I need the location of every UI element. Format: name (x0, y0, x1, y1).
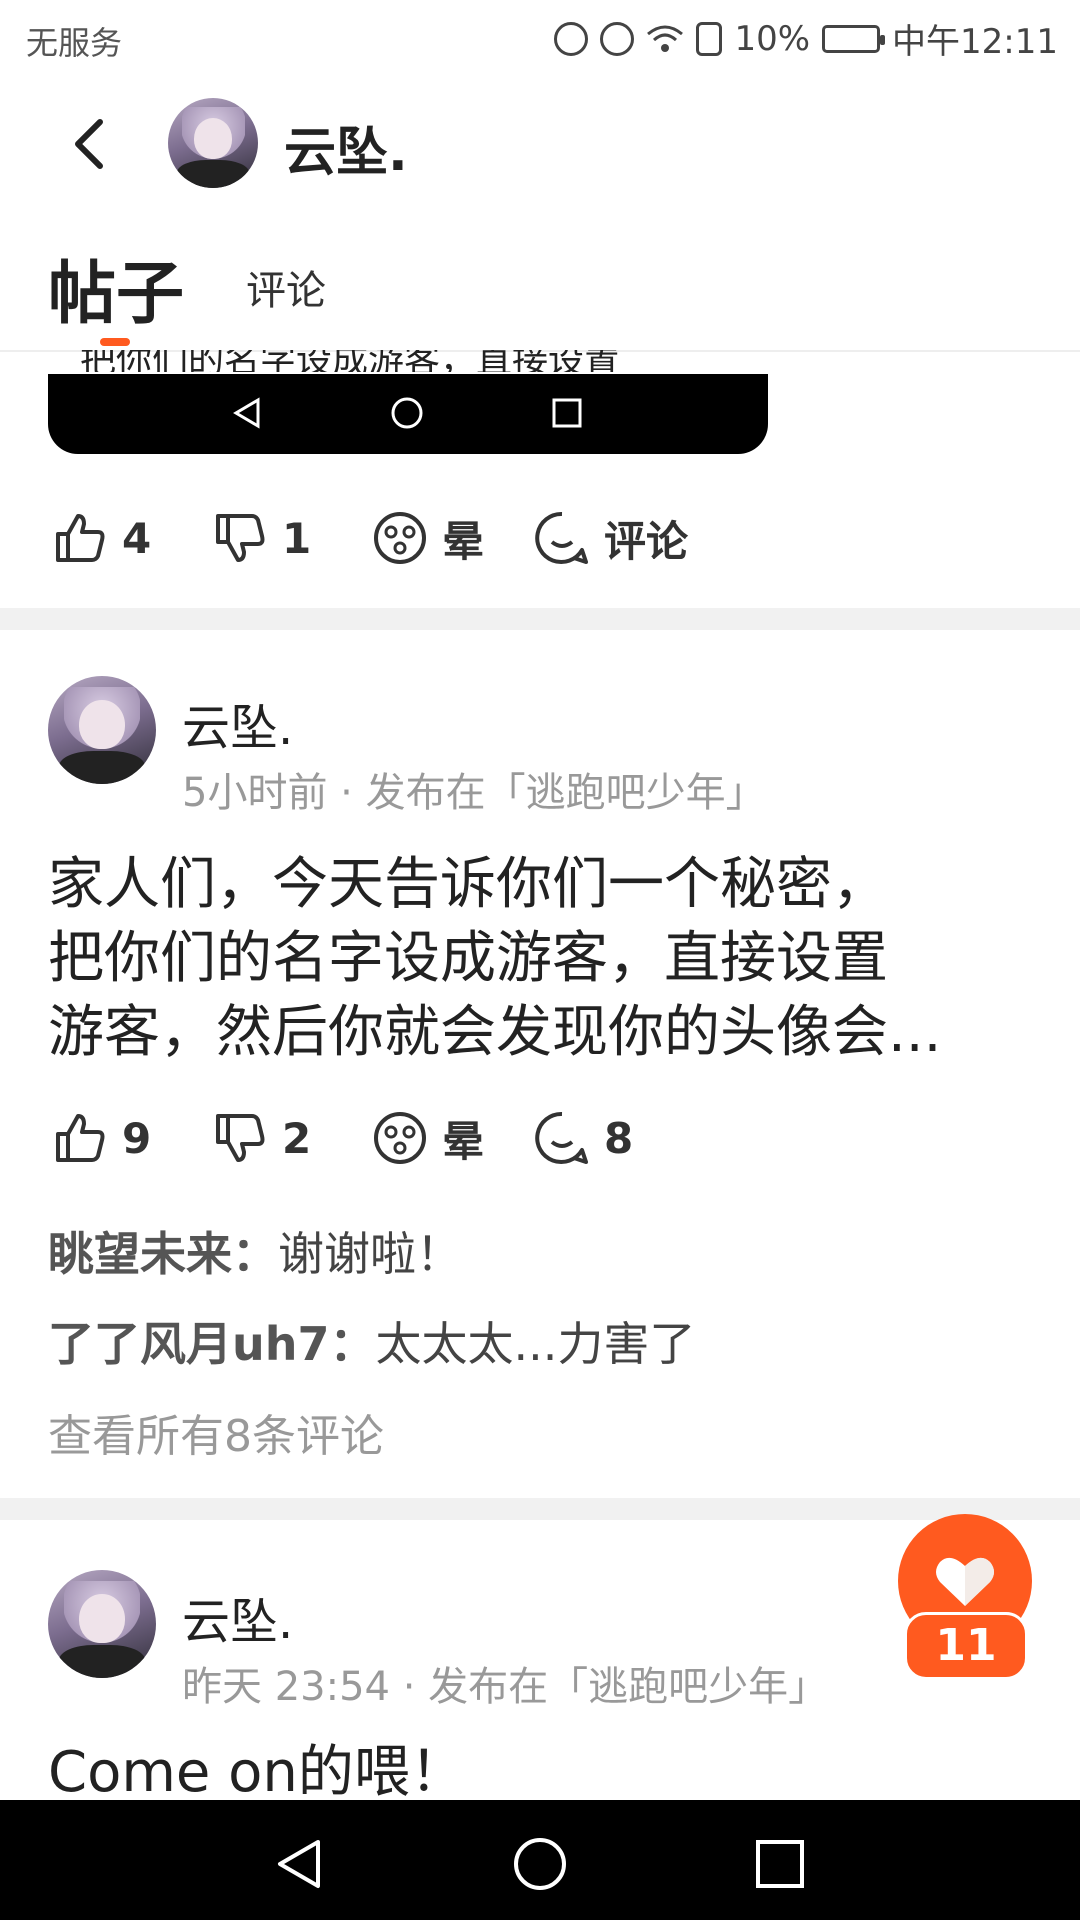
comment-button[interactable]: 评论 (534, 508, 688, 569)
comment-preview[interactable]: 眺望未来：谢谢啦！ (48, 1218, 462, 1284)
battery-alert-icon (696, 21, 723, 56)
like-button[interactable]: 9 (52, 1110, 162, 1166)
thumbs-up-icon (56, 1114, 105, 1162)
dislike-button[interactable]: 1 (212, 510, 322, 566)
status-icons: 10% 中午12:11 (554, 14, 1058, 63)
tab-posts[interactable]: 帖子 (48, 238, 184, 337)
comment-text: 谢谢啦！ (278, 1227, 462, 1281)
alarm-icon (600, 21, 635, 56)
system-nav-bar (0, 1800, 1080, 1920)
post-divider (0, 608, 1080, 630)
comment-text: 太太太...力害了 (375, 1317, 696, 1371)
like-count-badge: 11 (904, 1612, 1028, 1680)
tab-comments[interactable]: 评论 (246, 258, 326, 316)
comment-bubble-icon (535, 1111, 589, 1164)
comment-bubble-icon (535, 511, 589, 564)
post-actions: 9 2 晕 8 (52, 1106, 694, 1170)
wifi-icon (647, 25, 684, 52)
post-body-partial: 把你们的名字设成游客，直接设置 (80, 350, 621, 372)
comment-preview[interactable]: 了了风月uh7：太太太...力害了 (48, 1308, 695, 1374)
thumbs-up-icon (56, 514, 105, 562)
comment-author: 眺望未来： (48, 1227, 278, 1281)
battery-icon (822, 24, 886, 53)
comment-author: 了了风月uh7： (48, 1317, 376, 1371)
nav-home-icon[interactable] (512, 1836, 568, 1892)
post-author-name[interactable]: 云坠. (182, 1582, 293, 1652)
post-author-avatar[interactable] (48, 1570, 156, 1678)
nav-recents-icon[interactable] (752, 1836, 808, 1892)
chevron-left-icon (75, 119, 103, 169)
thumbs-down-icon (216, 514, 265, 562)
heart-icon (936, 1557, 994, 1606)
hd-call-icon (554, 21, 589, 56)
header-avatar[interactable] (168, 98, 258, 188)
post-actions: 4 1 晕 评论 (52, 506, 738, 570)
post-author-name[interactable]: 云坠. (182, 688, 293, 758)
post-body-line: 把你们的名字设成游客，直接设置 (48, 926, 888, 991)
dislike-button[interactable]: 2 (212, 1110, 322, 1166)
like-button[interactable]: 4 (52, 510, 162, 566)
post-meta: 昨天 23:54 · 发布在「逃跑吧少年」 (182, 1664, 829, 1710)
back-triangle-icon (233, 397, 260, 429)
back-button[interactable] (62, 114, 122, 174)
post-meta: 5小时前 · 发布在「逃跑吧少年」 (182, 770, 766, 816)
post-author-avatar[interactable] (48, 676, 156, 784)
thumbs-down-icon (216, 1114, 265, 1162)
post-body-line: 游客，然后你就会发现你的头像会... (48, 1000, 942, 1065)
home-circle-icon (391, 397, 423, 429)
comment-button[interactable]: 8 (534, 1110, 644, 1166)
dizzy-face-icon (374, 512, 426, 564)
dizzy-face-icon (374, 1112, 426, 1164)
carrier-label: 无服务 (26, 24, 123, 62)
status-bar: 无服务 10% 中午12:11 (0, 0, 1080, 74)
clock: 中午12:11 (892, 22, 1058, 62)
recents-square-icon (552, 398, 582, 428)
dizzy-button[interactable]: 晕 (372, 508, 484, 569)
profile-header: 云坠. (0, 74, 1080, 214)
battery-percent: 10% (734, 18, 811, 59)
nav-back-icon[interactable] (272, 1836, 328, 1892)
header-username: 云坠. (284, 123, 408, 183)
post-body-line: 家人们，今天告诉你们一个秘密， (48, 852, 888, 917)
dizzy-button[interactable]: 晕 (372, 1108, 484, 1169)
post-image[interactable] (48, 374, 768, 454)
post-body-line: Come on的喂！ (48, 1740, 466, 1800)
post-body[interactable]: Come on的喂！ (48, 1736, 1038, 1800)
post-divider (0, 1498, 1080, 1520)
post-body[interactable]: 家人们，今天告诉你们一个秘密， 把你们的名字设成游客，直接设置 游客，然后你就会… (48, 848, 1038, 1070)
active-tab-indicator (100, 338, 130, 346)
tab-bar: 帖子 评论 (0, 214, 1080, 352)
view-all-comments-link[interactable]: 查看所有8条评论 (48, 1400, 384, 1464)
